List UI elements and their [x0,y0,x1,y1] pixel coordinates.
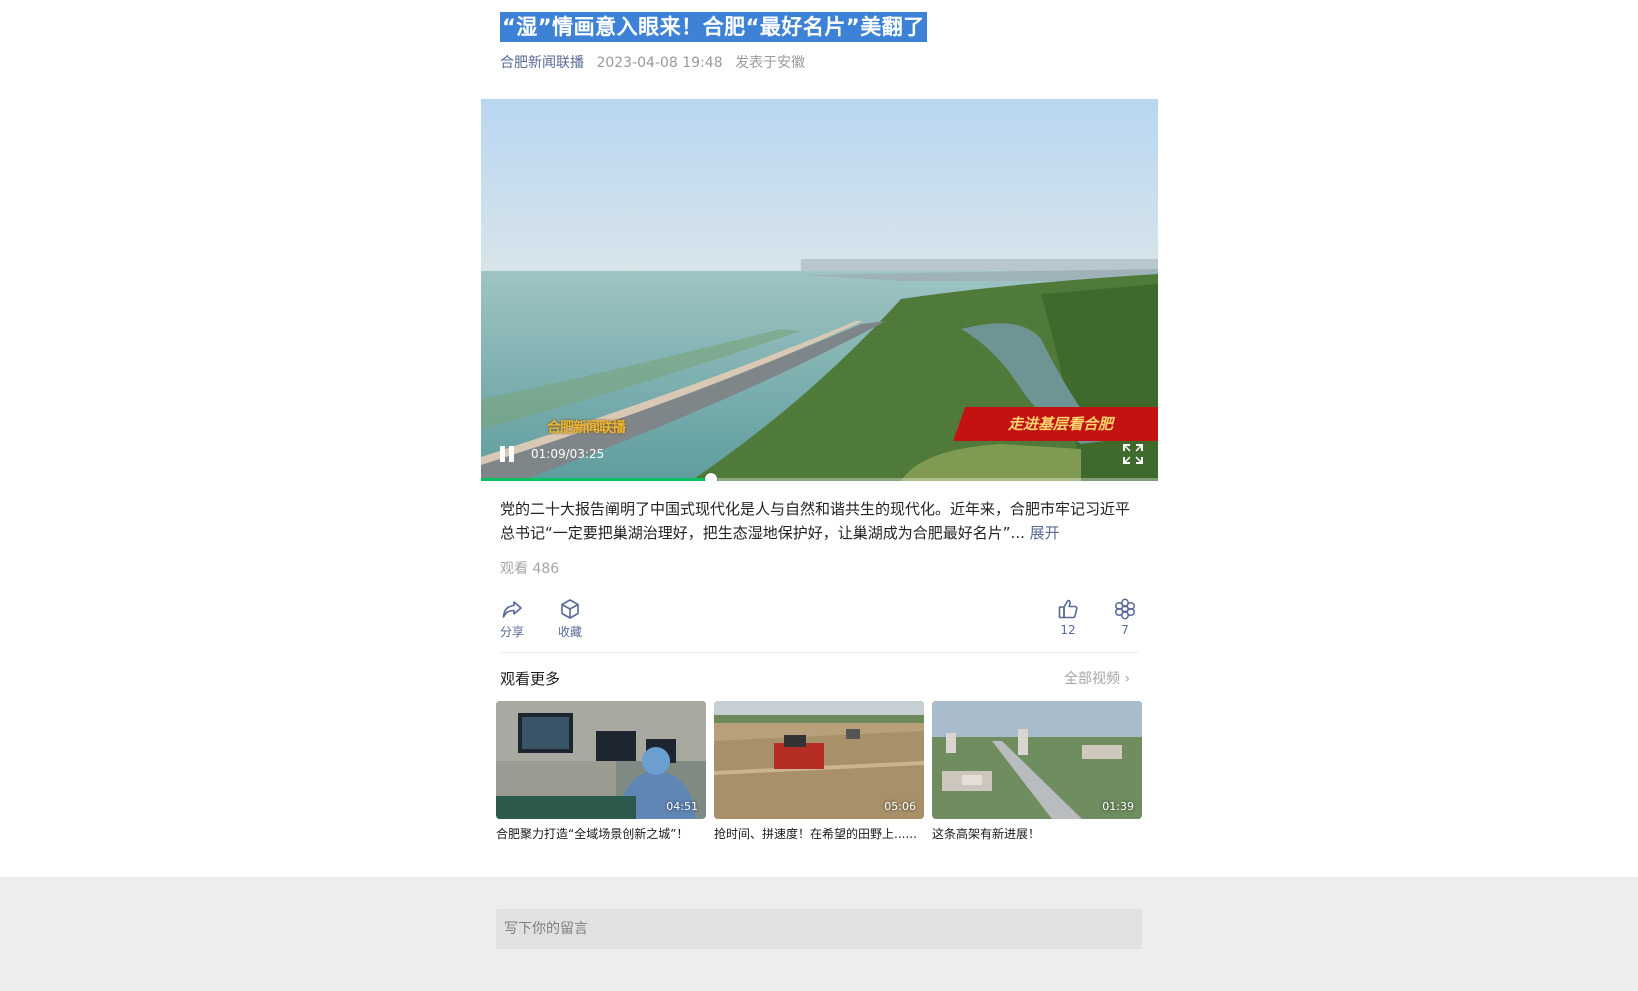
wow-button[interactable]: 7 [1105,598,1145,637]
video-duration: 04:51 [666,800,698,813]
progress-handle[interactable] [705,473,718,481]
video-description: 党的二十大报告阐明了中国式现代化是人与自然和谐共生的现代化。近年来，合肥市牢记习… [500,497,1140,545]
progress-fill [481,478,712,481]
publish-location: 发表于安徽 [735,55,806,71]
favorite-label: 收藏 [557,625,582,639]
pause-icon[interactable] [497,444,517,464]
comment-footer [0,877,1638,991]
share-label: 分享 [499,625,524,639]
channel-logo: 合肥新闻联播 [547,420,626,436]
page: “湿”情画意入眼来！合肥“最好名片”美翻了 合肥新闻联播 2023-04-08 … [0,0,1638,991]
fullscreen-icon[interactable] [1122,443,1144,465]
publish-date: 2023-04-08 19:48 [596,55,723,71]
view-count: 观看 486 [500,561,560,577]
divider [500,652,1138,653]
video-caption: 这条高架有新进展！ [932,827,1041,841]
program-banner: 走进基层看合肥 [953,407,1158,441]
video-player[interactable]: 合肥新闻联播 走进基层看合肥 01:09/03:25 [481,99,1158,481]
video-thumbnail: 05:06 [714,701,924,819]
flower-icon [1114,598,1136,620]
favorite-button[interactable]: 收藏 [550,598,590,640]
favorite-box-icon [561,599,579,619]
share-icon [502,601,522,618]
progress-bar[interactable] [481,473,1158,481]
expand-link[interactable]: 展开 [1030,524,1060,542]
comment-input[interactable] [496,909,1142,949]
like-button[interactable]: 12 [1048,598,1088,637]
thumb-up-icon [1058,599,1078,619]
video-card[interactable]: 05:06 抢时间、拼速度！在希望的田野上...... [714,701,924,842]
video-card[interactable]: 01:39 这条高架有新进展！ [932,701,1142,842]
like-count: 12 [1060,623,1076,637]
wow-count: 7 [1121,623,1129,637]
article-meta: 合肥新闻联播 2023-04-08 19:48 发表于安徽 [500,53,805,73]
video-caption: 合肥聚力打造“全域场景创新之城”！ [496,827,689,841]
video-caption: 抢时间、拼速度！在希望的田野上...... [714,827,917,841]
all-videos-link[interactable]: 全部视频 › [1064,668,1130,688]
video-thumbnail: 04:51 [496,701,706,819]
more-videos-title: 观看更多 [500,670,561,688]
account-name-link[interactable]: 合肥新闻联播 [500,55,584,71]
video-duration: 01:39 [1102,800,1134,813]
video-time: 01:09/03:25 [531,447,605,461]
video-card[interactable]: 04:51 合肥聚力打造“全域场景创新之城”！ [496,701,706,842]
video-thumbnail: 01:39 [932,701,1142,819]
share-button[interactable]: 分享 [492,598,532,640]
article-title: “湿”情画意入眼来！合肥“最好名片”美翻了 [500,12,927,42]
video-duration: 05:06 [884,800,916,813]
